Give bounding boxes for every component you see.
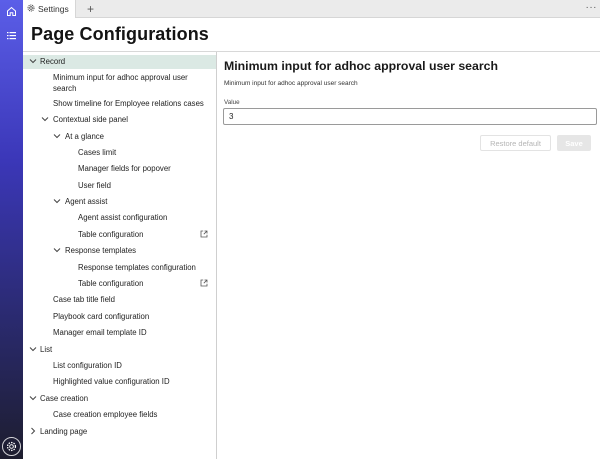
home-icon[interactable]: [4, 4, 19, 19]
chevron-right-icon: [29, 427, 37, 440]
external-link-icon[interactable]: [200, 279, 208, 287]
chevron-down-icon: [53, 132, 61, 145]
page-title: Page Configurations: [31, 24, 209, 44]
gear-icon: [27, 4, 35, 14]
tab-settings[interactable]: Settings: [23, 0, 76, 18]
value-label: Value: [224, 99, 240, 106]
nav-record[interactable]: Record: [23, 55, 216, 69]
chevron-down-icon: [29, 57, 37, 70]
value-input[interactable]: 3: [223, 108, 597, 125]
save-button[interactable]: Save: [557, 135, 591, 151]
config-nav-tree: Record Minimum input for adhoc approval …: [23, 52, 217, 459]
nav-divider: [216, 52, 217, 459]
nav-min-input[interactable]: Minimum input for adhoc approval user se…: [23, 73, 216, 95]
tab-label: Settings: [38, 4, 69, 14]
chevron-down-icon: [53, 197, 61, 210]
chevron-down-icon: [29, 345, 37, 358]
new-tab-button[interactable]: +: [87, 1, 94, 17]
chevron-down-icon: [53, 246, 61, 259]
menu-list-icon[interactable]: [4, 28, 19, 43]
tab-bar: Settings + ···: [23, 0, 600, 18]
chevron-down-icon: [29, 394, 37, 407]
settings-gear-icon[interactable]: [2, 437, 21, 456]
external-link-icon[interactable]: [200, 230, 208, 238]
app-rail: [0, 0, 23, 459]
more-options-button[interactable]: ···: [586, 1, 598, 15]
detail-title: Minimum input for adhoc approval user se…: [224, 59, 498, 73]
restore-default-button[interactable]: Restore default: [480, 135, 551, 151]
detail-description: Minimum input for adhoc approval user se…: [224, 80, 358, 87]
chevron-down-icon: [41, 115, 49, 128]
